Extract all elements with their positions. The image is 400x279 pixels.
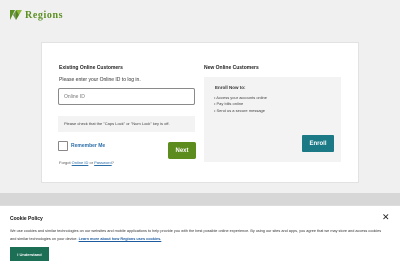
i-understand-button[interactable]: I Understand xyxy=(10,247,49,261)
forgot-prefix: Forgot xyxy=(59,160,72,165)
enroll-benefits-list: Access your accounts online Pay bills on… xyxy=(214,95,267,114)
caps-lock-note: Please check that the "Caps Lock" or "Nu… xyxy=(58,116,195,132)
remember-me-label[interactable]: Remember Me xyxy=(71,143,105,149)
close-icon[interactable]: ✕ xyxy=(382,213,390,222)
cookie-policy-title: Cookie Policy xyxy=(10,216,43,222)
cookie-policy-text: We use cookies and similar technologies … xyxy=(10,227,388,243)
forgot-suffix: ? xyxy=(111,160,114,165)
enroll-panel: Enroll Now to: Access your accounts onli… xyxy=(204,77,341,162)
enroll-title: Enroll Now to: xyxy=(215,85,246,90)
remember-me-checkbox[interactable] xyxy=(58,141,68,151)
next-button[interactable]: Next xyxy=(168,142,196,159)
cookie-banner: Cookie Policy ✕ We use cookies and simil… xyxy=(0,205,400,279)
header-bar: Regions xyxy=(0,0,400,30)
existing-customers-heading: Existing Online Customers xyxy=(59,65,123,71)
regions-logo[interactable]: Regions xyxy=(9,9,63,21)
forgot-credentials: Forgot Online ID or Password? xyxy=(59,160,114,165)
enroll-button[interactable]: Enroll xyxy=(302,135,334,152)
regions-triangle-icon xyxy=(10,10,22,20)
login-prompt: Please enter your Online ID to log in. xyxy=(59,77,141,83)
brand-name: Regions xyxy=(25,9,64,21)
cookie-learn-more-link[interactable]: Learn more about how Regions uses cookie… xyxy=(79,237,162,241)
list-item: Send us a secure message xyxy=(214,108,267,114)
forgot-password-link[interactable]: Password xyxy=(94,160,112,165)
forgot-online-id-link[interactable]: Online ID xyxy=(72,160,89,165)
new-customers-heading: New Online Customers xyxy=(204,65,259,71)
online-id-input[interactable] xyxy=(58,88,195,105)
cookie-text-body: We use cookies and similar technologies … xyxy=(10,229,382,241)
